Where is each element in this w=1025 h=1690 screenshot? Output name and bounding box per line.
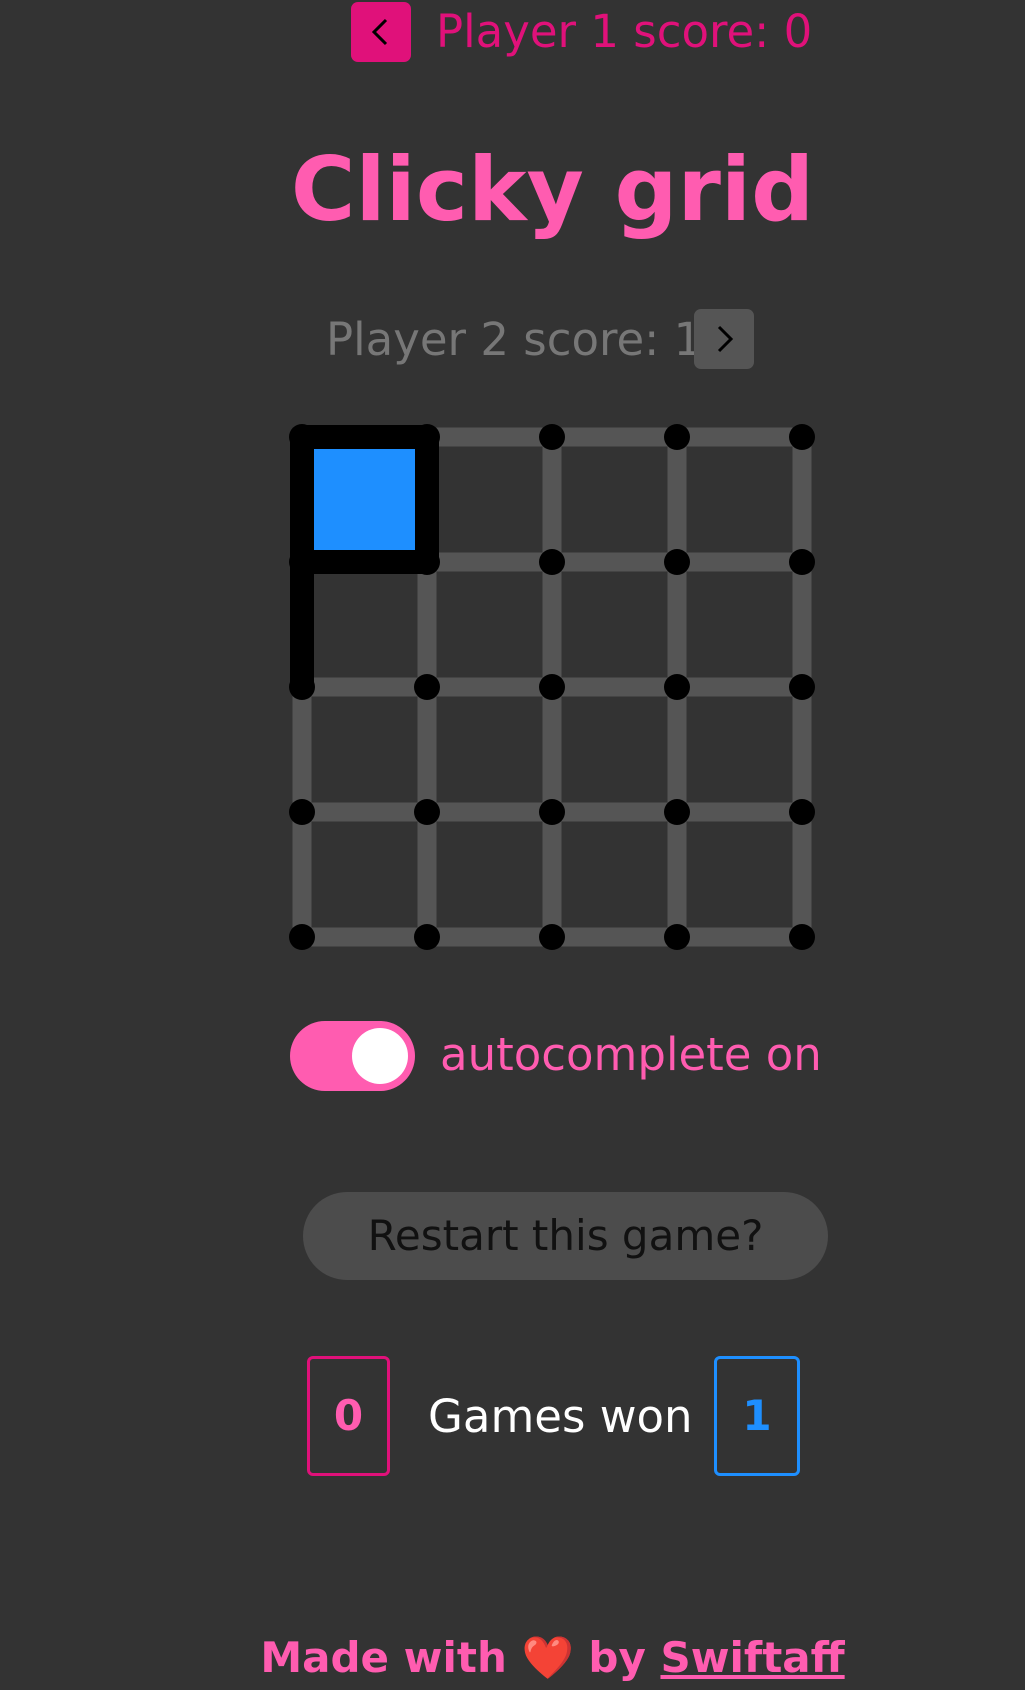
restart-game-button[interactable]: Restart this game? xyxy=(303,1192,828,1280)
player1-score: Player 1 score: 0 xyxy=(436,5,813,58)
grid-dot xyxy=(289,549,315,575)
game-grid xyxy=(289,424,815,950)
toggle-knob xyxy=(352,1028,408,1084)
footer-prefix: Made with xyxy=(260,1633,507,1682)
player2-games-won: 1 xyxy=(714,1356,800,1476)
grid-dot xyxy=(539,424,565,450)
grid-dot xyxy=(664,924,690,950)
grid-dot xyxy=(289,424,315,450)
grid-dot xyxy=(664,424,690,450)
grid-dot xyxy=(664,549,690,575)
player1-games-won: 0 xyxy=(307,1356,390,1476)
grid-dot xyxy=(539,799,565,825)
grid-dot xyxy=(539,924,565,950)
chevron-left-icon xyxy=(371,18,388,46)
grid-dot xyxy=(414,549,440,575)
grid-dot xyxy=(789,924,815,950)
grid-dot xyxy=(539,674,565,700)
claimed-box xyxy=(314,449,415,550)
previous-player-button[interactable] xyxy=(351,2,411,62)
grid-dot xyxy=(414,924,440,950)
grid-dot xyxy=(414,799,440,825)
grid-dot xyxy=(289,924,315,950)
grid-dot xyxy=(289,799,315,825)
grid-dot xyxy=(789,799,815,825)
grid-dot xyxy=(289,674,315,700)
next-player-button[interactable] xyxy=(694,309,754,369)
heart-icon: ❤️ xyxy=(521,1633,574,1682)
grid-dot xyxy=(789,674,815,700)
footer: Made with ❤️ by Swiftaff xyxy=(0,1628,1025,1688)
grid-dot xyxy=(414,424,440,450)
grid-dot xyxy=(539,549,565,575)
page-title: Clicky grid xyxy=(290,138,815,241)
autocomplete-toggle[interactable] xyxy=(290,1021,415,1091)
grid-dot xyxy=(414,674,440,700)
chevron-right-icon xyxy=(717,325,734,353)
player2-score: Player 2 score: 1 xyxy=(326,313,703,366)
games-won-label: Games won xyxy=(428,1390,693,1443)
grid-dot xyxy=(789,424,815,450)
swiftaff-link[interactable]: Swiftaff xyxy=(660,1633,844,1682)
footer-by: by xyxy=(588,1633,646,1682)
grid-dot xyxy=(664,799,690,825)
player1-score-row: Player 1 score: 0 xyxy=(0,0,1025,62)
grid-dot xyxy=(664,674,690,700)
game-screen: Player 1 score: 0 Clicky grid Player 2 s… xyxy=(0,0,1025,1690)
autocomplete-label: autocomplete on xyxy=(440,1028,822,1081)
grid-dot xyxy=(789,549,815,575)
